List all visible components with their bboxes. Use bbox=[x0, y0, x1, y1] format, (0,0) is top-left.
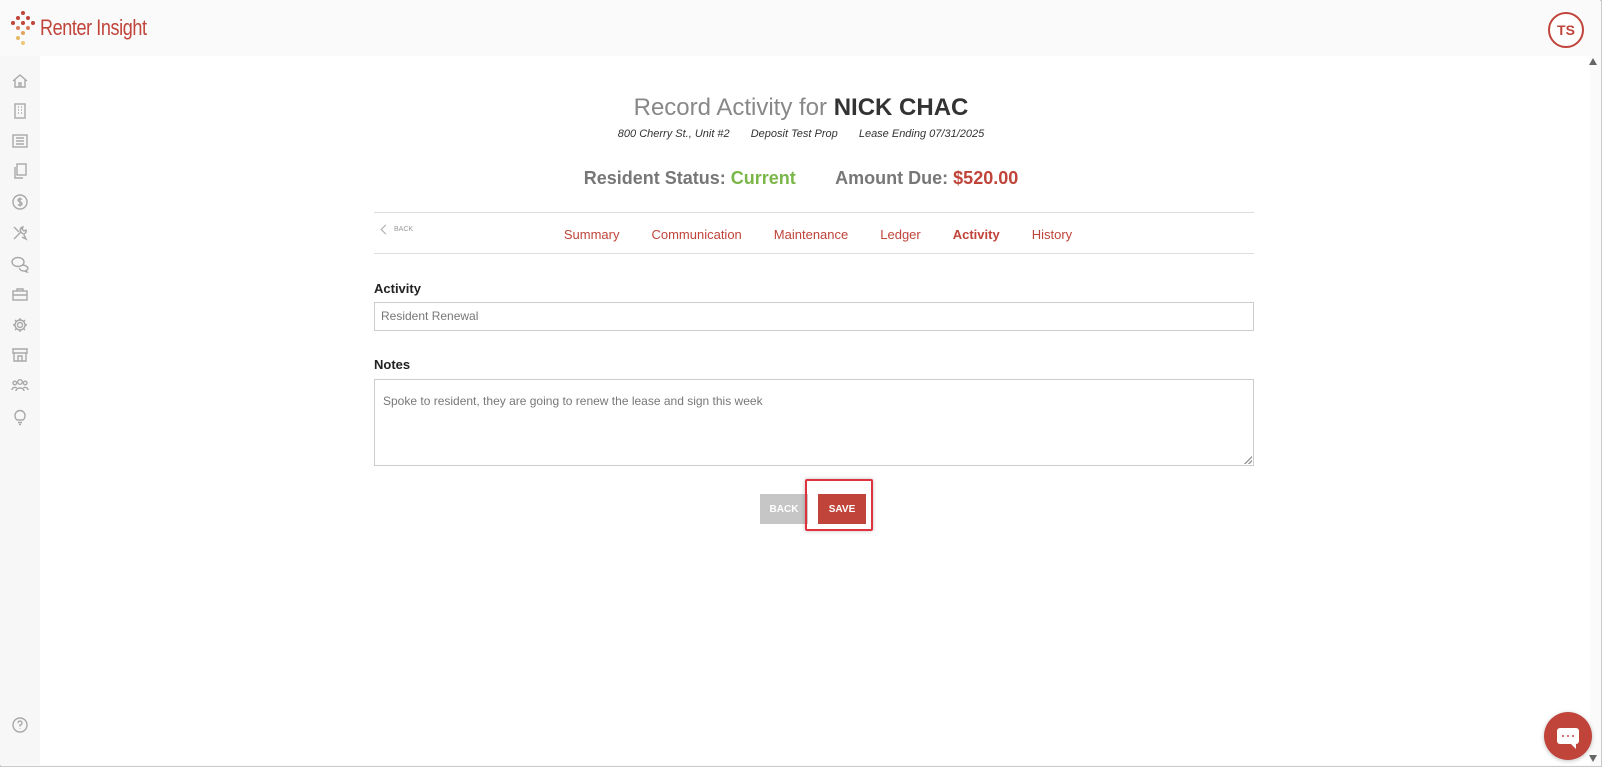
tools-icon[interactable] bbox=[11, 224, 29, 242]
chat-icon[interactable] bbox=[11, 255, 29, 273]
tab-activity[interactable]: Activity bbox=[953, 227, 1000, 242]
resize-handle-icon[interactable] bbox=[1244, 456, 1252, 464]
save-button[interactable]: SAVE bbox=[818, 494, 866, 524]
notes-textarea[interactable]: Spoke to resident, they are going to ren… bbox=[374, 379, 1254, 466]
logo-mark-icon bbox=[10, 11, 36, 45]
page-title: Record Activity for NICK CHAC bbox=[0, 94, 1602, 122]
resident-status-value: Current bbox=[730, 168, 796, 188]
chevron-left-icon bbox=[380, 224, 391, 235]
brand-logo[interactable]: Renter Insight bbox=[10, 11, 170, 45]
amount-due-value: $520.00 bbox=[953, 168, 1019, 188]
dollar-icon[interactable] bbox=[11, 193, 29, 211]
briefcase-icon[interactable] bbox=[11, 285, 29, 303]
people-icon[interactable] bbox=[11, 376, 29, 394]
chat-bubble-icon bbox=[1557, 728, 1579, 749]
resident-tabs: Summary Communication Maintenance Ledger… bbox=[374, 213, 1254, 255]
activity-label: Activity bbox=[374, 281, 421, 296]
back-link-label: BACK bbox=[394, 226, 414, 233]
user-avatar[interactable]: TS bbox=[1548, 12, 1584, 48]
resident-status-label: Resident Status: bbox=[583, 168, 726, 188]
tab-summary[interactable]: Summary bbox=[564, 227, 620, 242]
status-summary: Resident Status: Current Amount Due: $52… bbox=[0, 168, 1602, 189]
back-link[interactable]: BACK bbox=[380, 224, 414, 235]
tab-communication[interactable]: Communication bbox=[651, 227, 741, 242]
sidebar bbox=[0, 56, 40, 765]
tab-maintenance[interactable]: Maintenance bbox=[774, 227, 848, 242]
scroll-down-arrow-icon[interactable] bbox=[1589, 755, 1597, 762]
notes-label: Notes bbox=[374, 357, 411, 372]
resident-details: 800 Cherry St., Unit #2 Deposit Test Pro… bbox=[0, 128, 1602, 140]
top-bar: Renter Insight TS bbox=[0, 0, 1600, 56]
resident-name: NICK CHAC bbox=[833, 94, 969, 121]
resident-address: 800 Cherry St., Unit #2 bbox=[617, 128, 730, 140]
title-prefix: Record Activity for bbox=[633, 94, 828, 121]
gear-icon[interactable] bbox=[11, 316, 29, 334]
resident-tab-bar: Summary Communication Maintenance Ledger… bbox=[374, 212, 1254, 254]
chat-widget-button[interactable] bbox=[1544, 712, 1592, 760]
storefront-icon[interactable] bbox=[11, 346, 29, 364]
home-icon[interactable] bbox=[11, 72, 29, 90]
tab-history[interactable]: History bbox=[1032, 227, 1072, 242]
brand-name: Renter Insight bbox=[40, 15, 147, 40]
lightbulb-icon[interactable] bbox=[11, 408, 29, 426]
lease-ending: Lease Ending 07/31/2025 bbox=[858, 128, 985, 140]
property-name: Deposit Test Prop bbox=[750, 128, 838, 140]
back-button[interactable]: BACK bbox=[760, 494, 808, 524]
help-icon[interactable] bbox=[11, 716, 29, 734]
activity-field[interactable]: Resident Renewal bbox=[374, 302, 1254, 331]
scroll-up-arrow-icon[interactable] bbox=[1589, 58, 1597, 65]
amount-due-label: Amount Due: bbox=[835, 168, 949, 188]
tab-ledger[interactable]: Ledger bbox=[880, 227, 920, 242]
